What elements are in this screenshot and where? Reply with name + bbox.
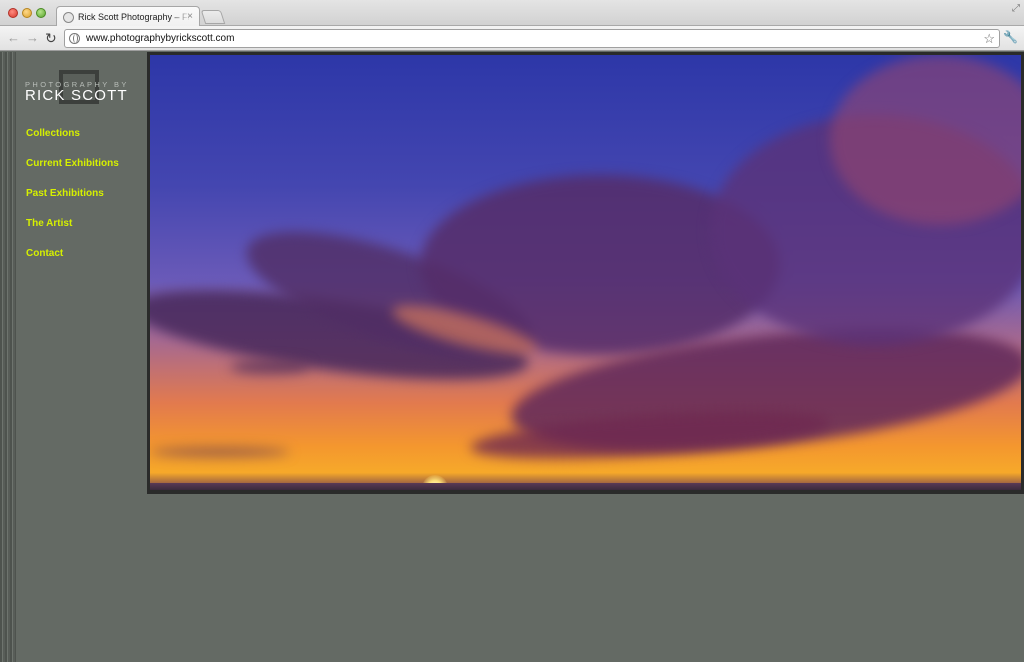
globe-icon: [63, 11, 74, 23]
cloud-shape: [150, 447, 290, 457]
forward-arrow-icon[interactable]: →: [26, 30, 39, 46]
fullscreen-icon[interactable]: ⤢: [1012, 3, 1020, 14]
logo-name: RICK SCOTT: [25, 87, 128, 104]
page-body: PHOTOGRAPHY BY RICK SCOTT Collections Cu…: [0, 52, 1024, 662]
globe-icon: [69, 33, 80, 44]
window-minimize-button[interactable]: [22, 8, 32, 18]
url-text[interactable]: www.photographybyrickscott.com: [86, 33, 234, 44]
browser-tab-bar: Rick Scott Photography – Fi × ⤢: [0, 0, 1024, 27]
reload-icon[interactable]: ↻: [45, 30, 57, 46]
new-tab-button[interactable]: [200, 10, 226, 24]
cloud-shape: [230, 360, 310, 374]
browser-tab[interactable]: Rick Scott Photography – Fi ×: [56, 6, 200, 27]
site-logo[interactable]: PHOTOGRAPHY BY RICK SCOTT: [25, 70, 133, 106]
back-arrow-icon[interactable]: ←: [7, 30, 20, 46]
nav-the-artist[interactable]: The Artist: [26, 218, 119, 248]
bookmark-star-icon[interactable]: ☆: [983, 30, 995, 47]
hero-photo-frame: [147, 52, 1024, 494]
nav-current-exhibitions[interactable]: Current Exhibitions: [26, 158, 119, 188]
wrench-icon[interactable]: 🔧: [1003, 30, 1018, 44]
window-close-button[interactable]: [8, 8, 18, 18]
tab-title: Rick Scott Photography – Fi: [78, 12, 190, 22]
window-zoom-button[interactable]: [36, 8, 46, 18]
horizon-silhouette: [150, 483, 1021, 490]
sidebar: PHOTOGRAPHY BY RICK SCOTT Collections Cu…: [17, 52, 147, 662]
nav-past-exhibitions[interactable]: Past Exhibitions: [26, 188, 119, 218]
tab-close-icon[interactable]: ×: [187, 11, 193, 22]
browser-toolbar: ← → ↻ www.photographybyrickscott.com ☆ 🔧: [0, 26, 1024, 51]
left-edge-decoration: [0, 52, 16, 662]
nav-contact[interactable]: Contact: [26, 248, 119, 278]
address-bar[interactable]: www.photographybyrickscott.com ☆: [64, 29, 1000, 48]
hero-photo[interactable]: [150, 55, 1021, 490]
nav-collections[interactable]: Collections: [26, 128, 119, 158]
main-nav: Collections Current Exhibitions Past Exh…: [26, 128, 119, 278]
